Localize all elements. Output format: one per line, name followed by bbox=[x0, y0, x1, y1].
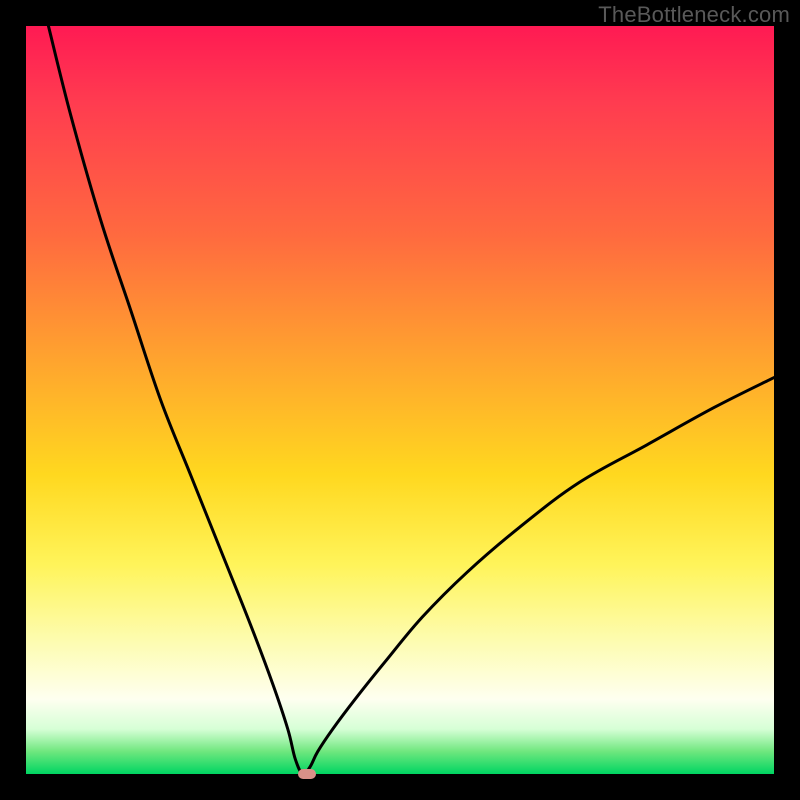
curve-path bbox=[48, 26, 774, 774]
bottleneck-curve bbox=[26, 26, 774, 774]
watermark-text: TheBottleneck.com bbox=[598, 2, 790, 28]
chart-frame bbox=[26, 26, 774, 774]
minimum-marker bbox=[298, 769, 316, 779]
